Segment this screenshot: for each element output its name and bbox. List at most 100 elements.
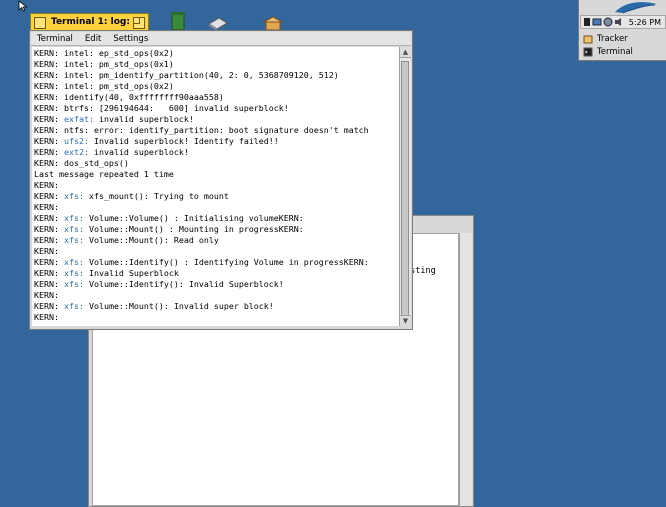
deskbar-item-terminal[interactable]: Terminal (580, 45, 666, 58)
deskbar-item-label: Tracker (597, 33, 628, 44)
terminal-line: KERN: xfs: xfs_mount(): Trying to mount (34, 191, 399, 202)
terminal-text: Last message repeated 1 time (34, 169, 174, 179)
terminal-keyword: xfs: (63, 213, 84, 223)
terminal-text: KERN: (34, 235, 64, 245)
terminal-line: KERN: (34, 312, 399, 323)
battery-icon[interactable] (583, 17, 591, 27)
trash-icon[interactable] (168, 12, 190, 31)
terminal-text: KERN: identify(40, 0xffffffff90aaa558) (34, 92, 224, 102)
terminal-text: Invalid Superblock (83, 268, 179, 278)
scroll-down-arrow-icon[interactable]: ▼ (400, 315, 411, 326)
terminal-keyword: xfs: (63, 257, 84, 267)
terminal-line: KERN: exfat: invalid superblock! (34, 114, 399, 125)
terminal-text: KERN: (34, 202, 59, 212)
terminal-text: Invalid superblock! Identify failed!! (88, 136, 279, 146)
terminal-text: KERN: (34, 246, 59, 256)
terminal-keyword: exfat: (63, 114, 94, 124)
mouse-pointer-icon (18, 0, 30, 12)
zoom-icon[interactable] (133, 17, 145, 29)
terminal-text: KERN: (34, 213, 64, 223)
terminal-text: KERN: ntfs: error: identify_partition: b… (34, 125, 369, 135)
terminal-line: KERN: btrfs: [296194644: 600] invalid su… (34, 103, 399, 114)
terminal-text: KERN: (34, 191, 64, 201)
tracker-icon (583, 35, 593, 43)
network-icon[interactable] (592, 17, 602, 27)
terminal-keyword: xfs: (63, 268, 84, 278)
deskbar: 5:26 PM Tracker Terminal (578, 0, 666, 61)
terminal-text: KERN: (34, 224, 64, 234)
terminal-window-tab[interactable]: Terminal 1: log: -- (30, 13, 149, 31)
scroll-thumb[interactable] (401, 61, 409, 316)
terminal-keyword: xfs: (63, 279, 84, 289)
terminal-line: KERN: xfs: Volume::Volume() : Initialisi… (34, 213, 399, 224)
terminal-text: KERN: (34, 257, 64, 267)
terminal-lines: KERN: intel: ep_std_ops(0x2) KERN: intel:… (34, 48, 399, 323)
terminal-line: KERN: xfs: Volume::Mount(): Read only (34, 235, 399, 246)
terminal-text: KERN: (34, 290, 59, 300)
terminal-text: Volume::Mount() : Mounting in progressKE… (83, 224, 304, 234)
terminal-line: Last message repeated 1 time (34, 169, 399, 180)
terminal-text: KERN: (34, 279, 64, 289)
clock[interactable]: 5:26 PM (629, 18, 661, 27)
terminal-line: KERN: intel: pm_std_ops(0x2) (34, 81, 399, 92)
terminal-line: KERN: dos_std_ops() (34, 158, 399, 169)
terminal-line: KERN: ext2: invalid superblock! (34, 147, 399, 158)
terminal-text: KERN: (34, 312, 59, 322)
terminal-line: KERN: xfs: Volume::Mount() : Mounting in… (34, 224, 399, 235)
terminal-line: KERN: (34, 246, 399, 257)
scroll-up-arrow-icon[interactable]: ▲ (400, 47, 411, 58)
leaf-logo-icon (615, 2, 657, 14)
media-icon[interactable] (603, 17, 613, 27)
terminal-text: Volume::Mount(): Invalid super block! (83, 301, 274, 311)
window-title: Terminal 1: log: -- (51, 17, 132, 27)
terminal-keyword: xfs: (63, 224, 84, 234)
terminal-text: xfs_mount(): Trying to mount (83, 191, 229, 201)
terminal-keyword: xfs: (63, 235, 84, 245)
background-window-scrollbar[interactable] (459, 233, 472, 506)
terminal-line: KERN: identify(40, 0xffffffff90aaa558) (34, 92, 399, 103)
close-icon[interactable] (34, 17, 46, 29)
terminal-text: KERN: (34, 301, 64, 311)
terminal-keyword: xfs: (63, 191, 84, 201)
terminal-keyword: xfs: (63, 301, 84, 311)
terminal-line: KERN: xfs: Volume::Identify(): Invalid S… (34, 279, 399, 290)
terminal-scrollbar[interactable]: ▲ ▼ (399, 47, 411, 326)
terminal-icon (583, 47, 593, 56)
terminal-text: Volume::Volume() : Initialising volumeKE… (83, 213, 304, 223)
terminal-text: KERN: btrfs: [296194644: 600] invalid su… (34, 103, 289, 113)
terminal-line: KERN: (34, 202, 399, 213)
terminal-line: KERN: intel: ep_std_ops(0x2) (34, 48, 399, 59)
terminal-line: KERN: xfs: Volume::Identify() : Identify… (34, 257, 399, 268)
terminal-window[interactable]: Terminal Edit Settings KERN: intel: ep_s… (29, 30, 413, 330)
terminal-text: KERN: intel: ep_std_ops(0x2) (34, 48, 174, 58)
deskbar-item-label: Terminal (597, 46, 633, 57)
terminal-line: KERN: ntfs: error: identify_partition: b… (34, 125, 399, 136)
terminal-text: KERN: (34, 180, 59, 190)
terminal-text: Volume::Mount(): Read only (83, 235, 219, 245)
terminal-text: invalid superblock! (93, 114, 194, 124)
terminal-text: KERN: (34, 268, 64, 278)
terminal-line: KERN: ufs2: Invalid superblock! Identify… (34, 136, 399, 147)
terminal-output[interactable]: KERN: intel: ep_std_ops(0x2) KERN: intel:… (32, 47, 399, 326)
menu-edit[interactable]: Edit (79, 34, 107, 44)
terminal-line: KERN: intel: pm_std_ops(0x1) (34, 59, 399, 70)
menu-bar: Terminal Edit Settings (31, 32, 411, 46)
menu-terminal[interactable]: Terminal (31, 34, 79, 44)
terminal-text: KERN: (34, 147, 64, 157)
volume-icon[interactable] (614, 17, 622, 27)
terminal-text: KERN: intel: pm_std_ops(0x1) (34, 59, 174, 69)
terminal-text: invalid superblock! (88, 147, 189, 157)
terminal-text: KERN: dos_std_ops() (34, 158, 129, 168)
terminal-keyword: ext2: (63, 147, 89, 157)
system-tray: 5:26 PM (580, 15, 666, 29)
terminal-line: KERN: (34, 290, 399, 301)
terminal-text: KERN: intel: pm_std_ops(0x2) (34, 81, 174, 91)
terminal-text: Volume::Identify(): Invalid Superblock! (83, 279, 284, 289)
terminal-text: KERN: (34, 114, 64, 124)
terminal-line: KERN: intel: pm_identify_partition(40, 2… (34, 70, 399, 81)
terminal-line: KERN: xfs: Invalid Superblock (34, 268, 399, 279)
menu-settings[interactable]: Settings (107, 34, 154, 44)
deskbar-logo[interactable] (579, 0, 666, 14)
deskbar-item-tracker[interactable]: Tracker (580, 32, 666, 45)
terminal-keyword: ufs2: (63, 136, 89, 146)
